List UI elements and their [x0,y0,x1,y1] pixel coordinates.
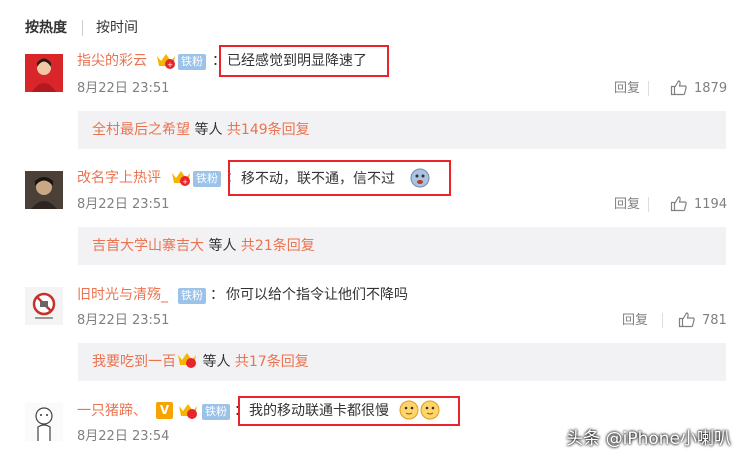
colon: ： [210,287,224,303]
comment-username[interactable]: 旧时光与清殇_ [77,285,168,305]
svg-text:+: + [182,178,188,186]
crown-icon: + [170,169,192,191]
divider [648,81,649,96]
sub-thread-suffix: 等人 [198,354,235,370]
comment-time: 8月22日 23:54 [77,429,170,444]
reply-button[interactable]: 回复 [622,312,648,330]
sub-thread-users: 全村最后之希望 [92,122,190,138]
comment-time: 8月22日 23:51 [77,197,170,212]
svg-text:+: + [167,61,173,69]
fan-badge: 铁粉 [193,169,221,188]
crown-icon [176,343,198,381]
thumbs-up-icon [670,80,687,96]
avatar[interactable] [25,287,63,325]
like-button[interactable] [670,195,688,217]
thumbs-up-icon [670,196,687,212]
comment-username[interactable]: 指尖的彩云 [77,51,147,71]
watermark: 头条 @iPhone小喇叭 [566,429,731,449]
fan-badge: 铁粉 [178,286,206,305]
fan-badge: 铁粉 [202,402,230,421]
thumbs-up-icon [678,312,695,328]
comment-time: 8月22日 23:51 [77,313,170,328]
divider [662,313,663,328]
vip-badge: V [156,402,173,419]
comment-text: 移不动，联不通，信不过 [241,171,395,187]
crown-icon [177,402,199,424]
avatar[interactable] [25,403,63,441]
like-count: 781 [702,313,727,328]
like-count: 1879 [694,81,728,96]
comment-text: 我的移动联通卡都很慢 [249,403,389,419]
sub-thread-summary[interactable]: 吉首大学山寨吉大 等人 共21条回复 [78,227,726,265]
sub-thread-summary[interactable]: 全村最后之希望 等人 共149条回复 [78,111,726,149]
fan-badge: 铁粉 [178,52,206,71]
divider [648,197,649,212]
reply-button[interactable]: 回复 [614,196,640,214]
comment-time: 8月22日 23:51 [77,81,170,96]
cold-sweat-emoji-icon [410,168,430,192]
avatar[interactable] [25,171,63,209]
sort-by-time-tab[interactable]: 按时间 [96,18,138,38]
sort-by-hot-tab[interactable]: 按热度 [25,18,67,38]
reply-button[interactable]: 回复 [614,80,640,98]
like-button[interactable] [670,79,688,101]
like-button[interactable] [678,311,696,333]
sort-divider [82,20,83,36]
sub-thread-count: 共21条回复 [240,238,315,254]
blush-emoji-icon [399,399,441,425]
comment-text: 你可以给个指令让他们不降吗 [226,287,408,303]
like-count: 1194 [694,197,728,212]
sub-thread-summary[interactable]: 我要吃到一百 等人 共17条回复 [78,343,726,381]
sub-thread-count: 共149条回复 [226,122,310,138]
sub-thread-users: 吉首大学山寨吉大 [92,238,204,254]
sub-thread-suffix: 等人 [190,122,227,138]
crown-icon: + [155,52,177,74]
comment-username[interactable]: 一只猪蹄、 [77,401,147,421]
sub-thread-count: 共17条回复 [234,354,309,370]
comment-username[interactable]: 改名字上热评 [77,168,161,188]
comment-text: 已经感觉到明显降速了 [227,53,367,69]
sub-thread-users: 我要吃到一百 [92,354,176,370]
avatar[interactable] [25,54,63,92]
sub-thread-suffix: 等人 [204,238,241,254]
